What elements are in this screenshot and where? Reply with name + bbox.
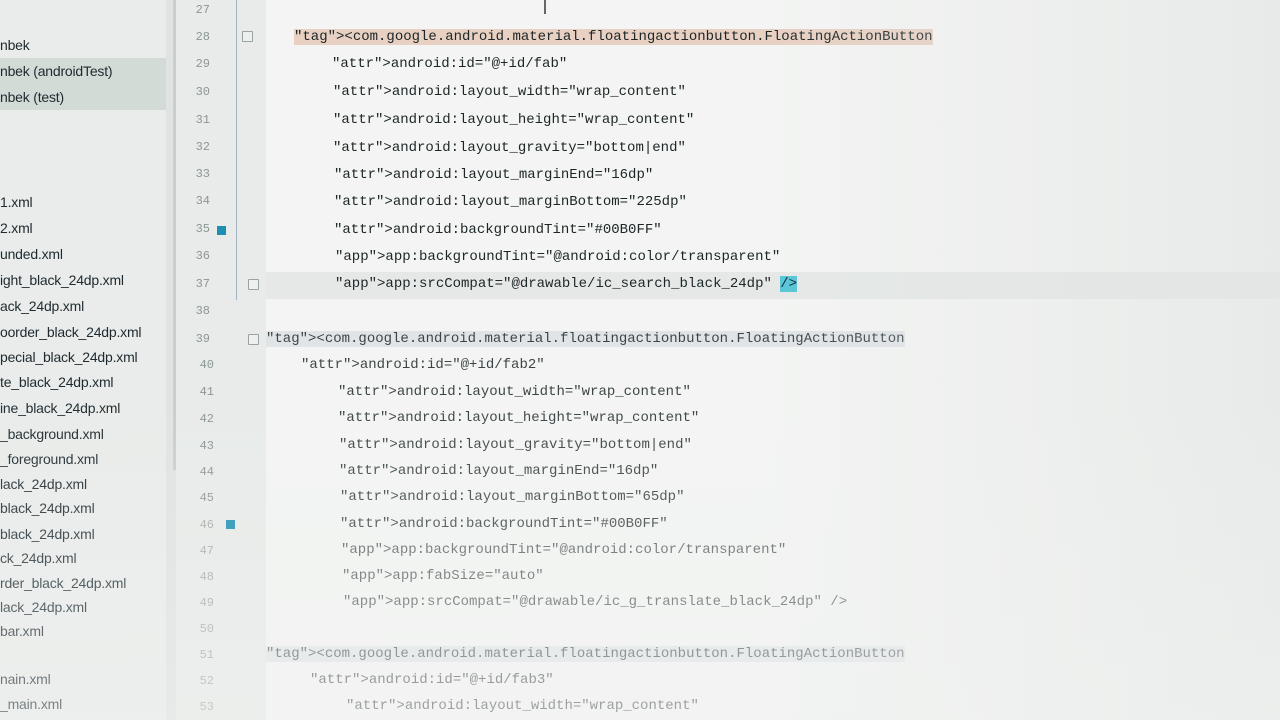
tree-item[interactable]: _foreground.xml bbox=[0, 451, 98, 467]
code-line[interactable]: "attr">android:layout_marginEnd="16dp" bbox=[334, 167, 653, 183]
tree-item[interactable]: 2.xml bbox=[0, 220, 33, 236]
code-line[interactable]: "attr">android:layout_height="wrap_conte… bbox=[333, 112, 694, 128]
code-line[interactable]: "attr">android:layout_gravity="bottom|en… bbox=[339, 437, 692, 453]
code-line[interactable]: "attr">android:layout_marginBottom="225d… bbox=[334, 194, 687, 210]
line-number: 37 bbox=[195, 277, 210, 291]
code-line[interactable]: "attr">android:backgroundTint="#00B0FF" bbox=[340, 516, 668, 532]
code-line[interactable]: "attr">android:layout_gravity="bottom|en… bbox=[333, 140, 686, 156]
tree-item[interactable]: nain.xml bbox=[0, 671, 51, 687]
line-number: 53 bbox=[199, 700, 214, 714]
code-line[interactable]: "attr">android:layout_width="wrap_conten… bbox=[346, 698, 699, 714]
text-cursor-icon bbox=[544, 0, 546, 14]
code-line[interactable]: "attr">android:id="@+id/fab2" bbox=[301, 357, 545, 373]
code-line[interactable]: "attr">android:id="@+id/fab3" bbox=[310, 672, 554, 688]
code-line[interactable]: "tag"><com.google.android.material.float… bbox=[294, 29, 933, 45]
line-number: 31 bbox=[195, 113, 210, 127]
tree-item[interactable]: 1.xml bbox=[0, 194, 33, 210]
line-number: 33 bbox=[195, 167, 210, 181]
line-number: 35 bbox=[195, 222, 210, 236]
line-number: 45 bbox=[199, 491, 214, 505]
line-number: 51 bbox=[199, 648, 214, 662]
code-line[interactable]: "app">app:fabSize="auto" bbox=[342, 568, 544, 584]
project-tree-panel: nbek nbek (androidTest) nbek (test) 1.xml 2.… bbox=[0, 0, 166, 720]
tree-item[interactable]: ine_black_24dp.xml bbox=[0, 400, 120, 416]
line-number: 27 bbox=[195, 3, 210, 17]
code-line[interactable]: "app">app:backgroundTint="@android:color… bbox=[335, 249, 780, 265]
line-number: 39 bbox=[195, 332, 210, 346]
line-number: 40 bbox=[199, 358, 214, 372]
code-line[interactable]: "attr">android:layout_width="wrap_conten… bbox=[338, 384, 691, 400]
line-number: 41 bbox=[199, 385, 214, 399]
fold-toggle-icon[interactable] bbox=[248, 279, 259, 290]
line-number: 43 bbox=[199, 439, 214, 453]
fold-toggle-icon[interactable] bbox=[242, 31, 253, 42]
code-editor[interactable]: "tag"><com.google.android.material.float… bbox=[266, 0, 1280, 720]
tree-item[interactable]: _main.xml bbox=[0, 696, 62, 712]
line-number: 28 bbox=[195, 30, 210, 44]
tree-item[interactable]: oorder_black_24dp.xml bbox=[0, 324, 142, 340]
line-number: 47 bbox=[199, 544, 214, 558]
tree-item[interactable]: rder_black_24dp.xml bbox=[0, 575, 126, 591]
line-number: 29 bbox=[195, 57, 210, 71]
line-number: 44 bbox=[199, 465, 214, 479]
editor-gutter: 27 28 29 30 31 32 33 34 35 36 37 38 39 40 41 42 43 44 45 46… bbox=[176, 0, 285, 720]
tree-item[interactable]: ight_black_24dp.xml bbox=[0, 272, 124, 288]
code-line[interactable]: "attr">android:layout_height="wrap_conte… bbox=[338, 410, 699, 426]
code-line[interactable]: "app">app:srcCompat="@drawable/ic_search… bbox=[335, 276, 798, 292]
color-swatch-icon[interactable] bbox=[217, 226, 226, 235]
line-number: 48 bbox=[199, 570, 214, 584]
tree-item[interactable]: ck_24dp.xml bbox=[0, 550, 77, 566]
tree-item[interactable]: nbek bbox=[0, 37, 30, 53]
color-swatch-icon[interactable] bbox=[226, 520, 235, 529]
tree-item[interactable]: ack_24dp.xml bbox=[0, 298, 84, 314]
gutter-fold-line bbox=[236, 0, 237, 300]
code-line[interactable]: "attr">android:layout_marginBottom="65dp… bbox=[340, 489, 684, 505]
panel-splitter[interactable] bbox=[166, 0, 176, 720]
tree-item[interactable]: lack_24dp.xml bbox=[0, 599, 87, 615]
tree-item[interactable]: _background.xml bbox=[0, 426, 104, 442]
line-number: 32 bbox=[195, 140, 210, 154]
code-line[interactable]: "tag"><com.google.android.material.float… bbox=[266, 331, 905, 347]
tree-item[interactable]: te_black_24dp.xml bbox=[0, 374, 114, 390]
line-number: 36 bbox=[195, 249, 210, 263]
line-number: 30 bbox=[195, 85, 210, 99]
code-line[interactable]: "app">app:backgroundTint="@android:color… bbox=[341, 542, 786, 558]
tree-item[interactable]: unded.xml bbox=[0, 246, 63, 262]
tree-item[interactable]: nbek (androidTest) bbox=[0, 63, 113, 79]
line-number: 52 bbox=[199, 674, 214, 688]
line-number: 50 bbox=[199, 622, 214, 636]
line-number: 42 bbox=[199, 412, 214, 426]
line-number: 34 bbox=[195, 194, 210, 208]
code-line[interactable]: "attr">android:layout_width="wrap_conten… bbox=[333, 84, 686, 100]
code-line[interactable]: "tag"><com.google.android.material.float… bbox=[266, 646, 905, 662]
tree-item[interactable]: pecial_black_24dp.xml bbox=[0, 349, 138, 365]
tree-item[interactable]: nbek (test) bbox=[0, 89, 64, 105]
line-number: 46 bbox=[199, 518, 214, 532]
tree-item[interactable]: black_24dp.xml bbox=[0, 526, 95, 542]
code-line[interactable]: "attr">android:layout_marginEnd="16dp" bbox=[339, 463, 658, 479]
tree-item[interactable]: bar.xml bbox=[0, 623, 44, 639]
tree-item[interactable]: black_24dp.xml bbox=[0, 500, 95, 516]
code-line[interactable]: "attr">android:id="@+id/fab" bbox=[332, 56, 567, 72]
line-number: 49 bbox=[199, 596, 214, 610]
tree-item[interactable]: lack_24dp.xml bbox=[0, 476, 87, 492]
code-line[interactable]: "attr">android:backgroundTint="#00B0FF" bbox=[334, 222, 662, 238]
fold-toggle-icon[interactable] bbox=[248, 334, 259, 345]
code-line[interactable]: "app">app:srcCompat="@drawable/ic_g_tran… bbox=[343, 594, 847, 610]
line-number: 38 bbox=[195, 304, 210, 318]
